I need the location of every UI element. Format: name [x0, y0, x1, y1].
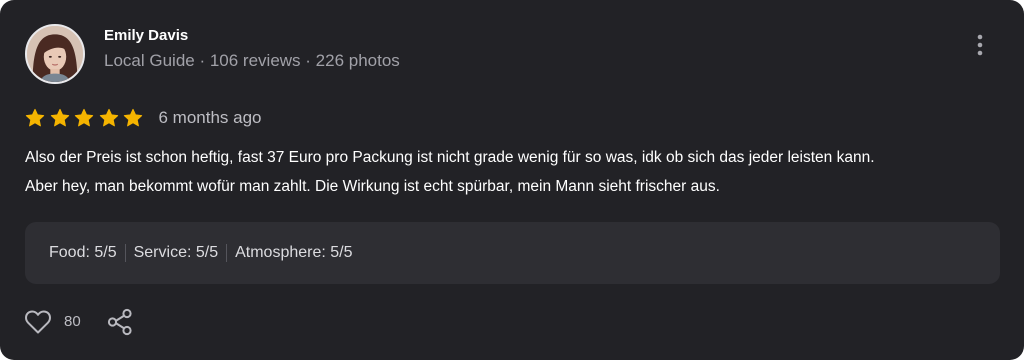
star-icon	[74, 108, 94, 127]
review-text-line: Also der Preis ist schon heftig, fast 37…	[25, 149, 875, 166]
aspect-ratings: Food: 5/5 Service: 5/5 Atmosphere: 5/5	[25, 222, 1000, 284]
star-rating	[25, 108, 148, 128]
star-icon	[25, 108, 45, 127]
star-icon	[50, 108, 69, 127]
author-name[interactable]: Emily Davis	[104, 27, 188, 44]
author-meta: Local Guide · 106 reviews · 226 photos	[104, 51, 400, 70]
share-icon	[107, 308, 132, 336]
aspect-atmosphere: Atmosphere: 5/5	[226, 244, 360, 262]
share-button[interactable]	[106, 308, 134, 336]
more-options-button[interactable]	[965, 30, 995, 60]
review-text-line: Aber hey, man bekommt wofür man zahlt. D…	[25, 178, 720, 195]
review-date: 6 months ago	[158, 108, 262, 127]
aspect-food: Food: 5/5	[49, 244, 117, 261]
rating-row: 6 months ago	[25, 106, 262, 130]
review-card: Emily Davis Local Guide · 106 reviews · …	[0, 0, 1024, 360]
avatar[interactable]	[25, 24, 85, 84]
review-text: Also der Preis ist schon heftig, fast 37…	[25, 143, 1005, 201]
aspect-service: Service: 5/5	[124, 244, 226, 262]
avatar-portrait	[27, 26, 83, 82]
more-vertical-icon	[977, 34, 983, 56]
star-icon	[99, 108, 118, 127]
like-count: 80	[64, 313, 81, 330]
star-icon	[123, 108, 143, 127]
like-button[interactable]	[24, 309, 52, 335]
heart-outline-icon	[25, 310, 51, 334]
